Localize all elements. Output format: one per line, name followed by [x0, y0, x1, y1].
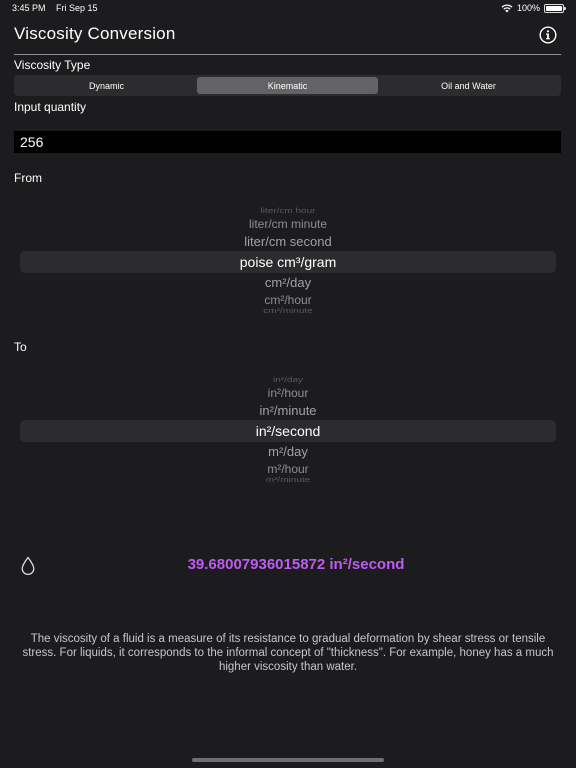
from-picker-item[interactable]: liter/cm hour: [20, 208, 556, 216]
conversion-result: 39.68007936015872 in²/second: [187, 556, 405, 573]
from-unit-picker[interactable]: liter/cm hour liter/cm minute liter/cm s…: [20, 200, 556, 320]
from-picker-item[interactable]: liter/cm minute: [20, 217, 556, 231]
from-picker-item[interactable]: cm²/hour: [20, 293, 556, 307]
to-picker-item[interactable]: m²/minute: [20, 477, 556, 485]
input-quantity-label: Input quantity: [14, 100, 87, 114]
to-picker-item[interactable]: m²/day: [20, 444, 556, 459]
to-picker-item[interactable]: in²/hour: [20, 386, 556, 400]
from-picker-item[interactable]: liter/cm second: [20, 234, 556, 249]
viscosity-description: The viscosity of a fluid is a measure of…: [22, 633, 554, 673]
page-title: Viscosity Conversion: [14, 24, 176, 43]
to-unit-picker[interactable]: in²/day in²/hour in²/minute in²/second m…: [20, 369, 556, 489]
to-picker-item[interactable]: in²/day: [20, 377, 556, 385]
segment-dynamic[interactable]: Dynamic: [16, 77, 197, 94]
from-picker-item[interactable]: cm²/minute: [20, 308, 556, 316]
from-picker-selected-item[interactable]: poise cm³/gram: [20, 254, 556, 270]
home-indicator[interactable]: [192, 758, 384, 762]
quantity-input[interactable]: [14, 131, 561, 153]
header-divider: [14, 54, 561, 55]
to-picker-item[interactable]: m²/hour: [20, 462, 556, 476]
from-picker-item[interactable]: cm²/day: [20, 275, 556, 290]
status-time: 3:45 PM: [12, 3, 46, 13]
status-date: Fri Sep 15: [56, 3, 98, 13]
segment-oil-and-water[interactable]: Oil and Water: [378, 77, 559, 94]
segment-kinematic[interactable]: Kinematic: [197, 77, 378, 94]
battery-percent: 100%: [516, 3, 540, 13]
to-picker-selected-item[interactable]: in²/second: [20, 423, 556, 439]
from-label: From: [14, 171, 42, 185]
viscosity-type-label: Viscosity Type: [14, 58, 91, 72]
to-label: To: [14, 340, 27, 354]
viscosity-type-segmented-control: Dynamic Kinematic Oil and Water: [14, 75, 561, 96]
battery-icon: [544, 3, 566, 13]
info-icon[interactable]: [539, 26, 557, 44]
wifi-icon: [501, 3, 513, 12]
status-bar: 3:45 PM Fri Sep 15 100%: [0, 0, 576, 16]
to-picker-item[interactable]: in²/minute: [20, 403, 556, 418]
